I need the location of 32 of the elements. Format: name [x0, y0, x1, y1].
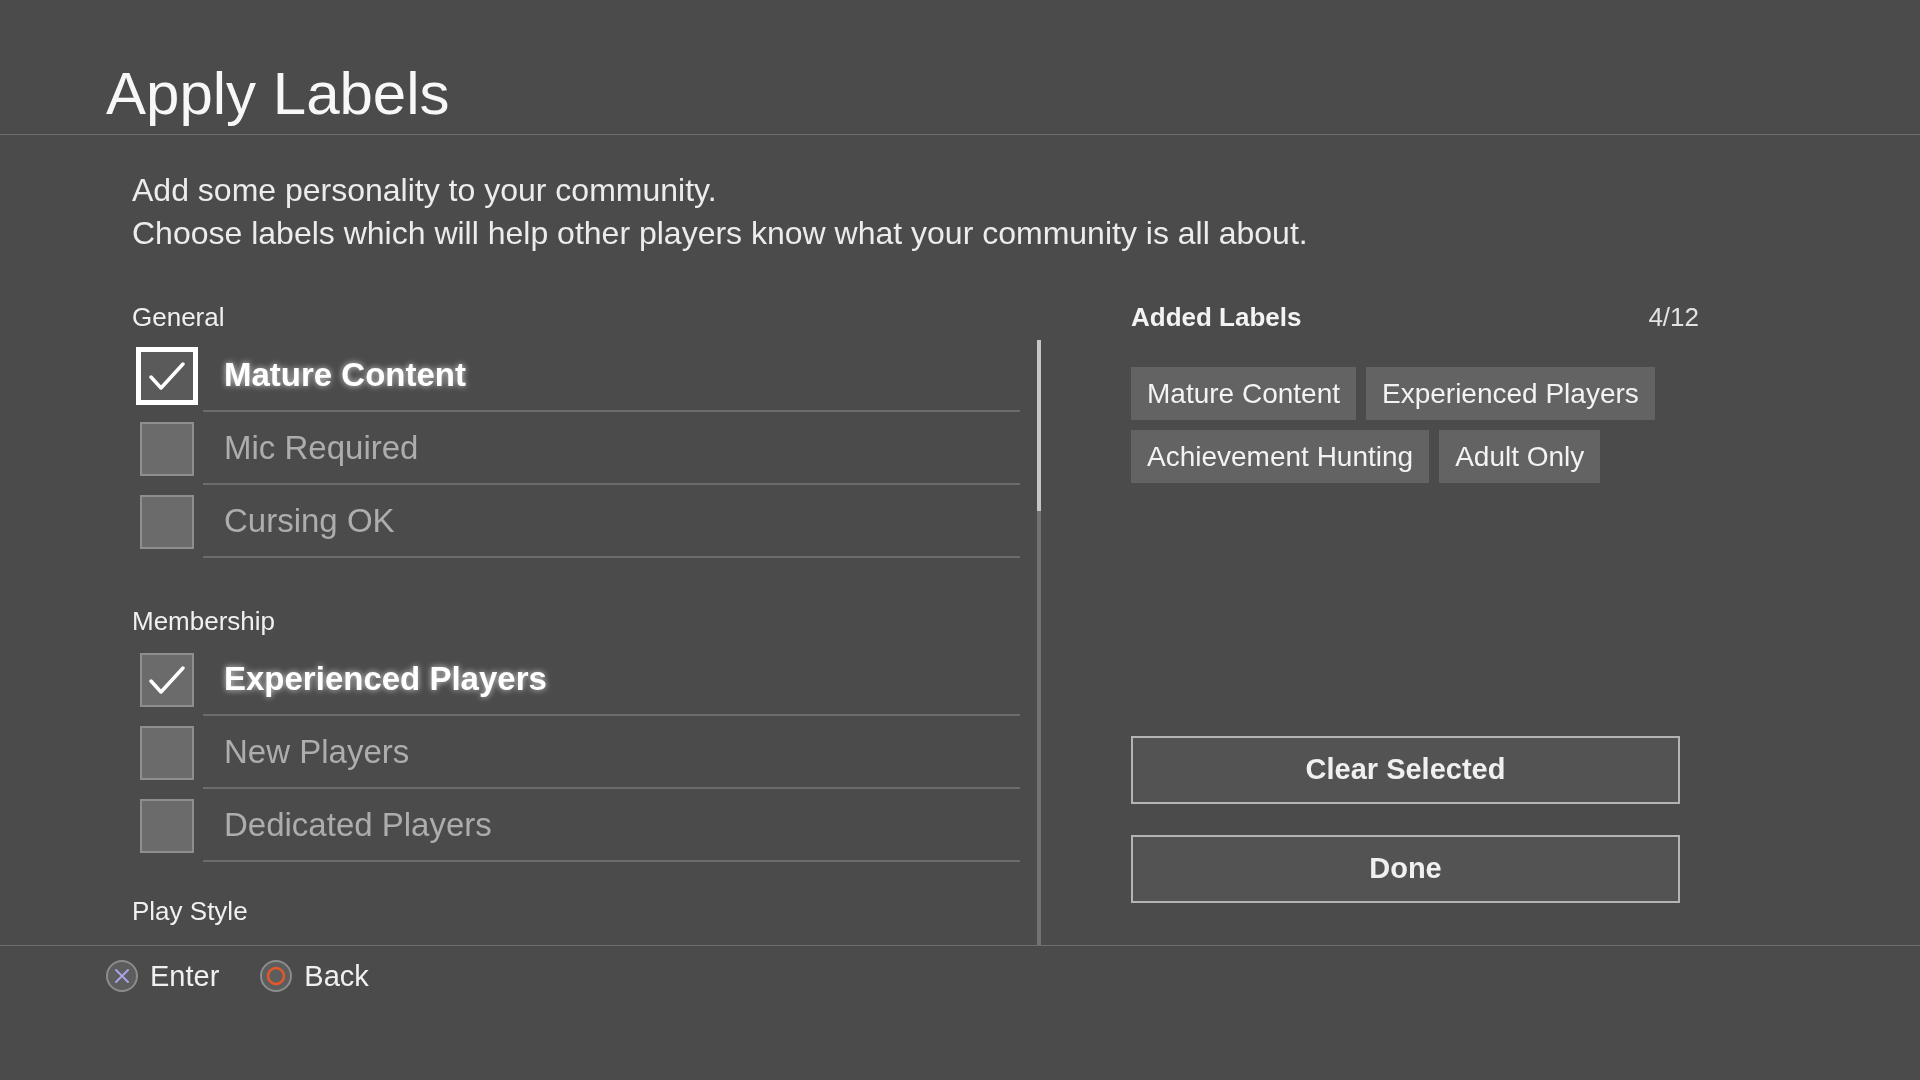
cross-button-icon	[106, 960, 138, 992]
checkbox[interactable]	[140, 652, 194, 707]
description-text: Choose labels which will help other players know what your community is all about.	[132, 214, 1308, 253]
option-label[interactable]: New Players	[224, 735, 410, 768]
label-tag: Adult Only	[1439, 430, 1601, 483]
description-text: Add some personality to your community.	[132, 171, 717, 210]
scrollbar-thumb[interactable]	[1037, 340, 1041, 511]
group-heading: Membership	[132, 608, 276, 634]
circle-button-icon	[260, 960, 293, 992]
group-heading: General	[132, 304, 225, 330]
label-tag: Achievement Hunting	[1131, 430, 1430, 483]
action-button[interactable]: Done	[1131, 835, 1680, 903]
option-label[interactable]: Mature Content	[224, 358, 466, 391]
option-label[interactable]: Dedicated Players	[224, 808, 492, 841]
label-tag: Experienced Players	[1366, 367, 1655, 420]
checkbox[interactable]	[140, 494, 194, 549]
label-count: 4/12	[1648, 304, 1699, 330]
checkbox[interactable]	[140, 421, 194, 476]
added-labels-heading: Added Labels	[1131, 304, 1302, 330]
action-button[interactable]: Clear Selected	[1131, 736, 1680, 804]
option-label[interactable]: Cursing OK	[224, 504, 395, 537]
checkmark-icon	[149, 361, 185, 390]
option-label[interactable]: Experienced Players	[224, 662, 547, 695]
checkbox[interactable]	[140, 798, 194, 853]
hint-label: Enter	[150, 961, 220, 991]
hint-label: Back	[304, 961, 369, 991]
group-heading: Play Style	[132, 898, 248, 924]
label-tag: Mature Content	[1131, 367, 1356, 420]
page-title: Apply Labels	[106, 60, 450, 127]
checkmark-icon	[149, 665, 185, 694]
option-label[interactable]: Mic Required	[224, 431, 419, 464]
checkbox[interactable]	[140, 725, 194, 780]
